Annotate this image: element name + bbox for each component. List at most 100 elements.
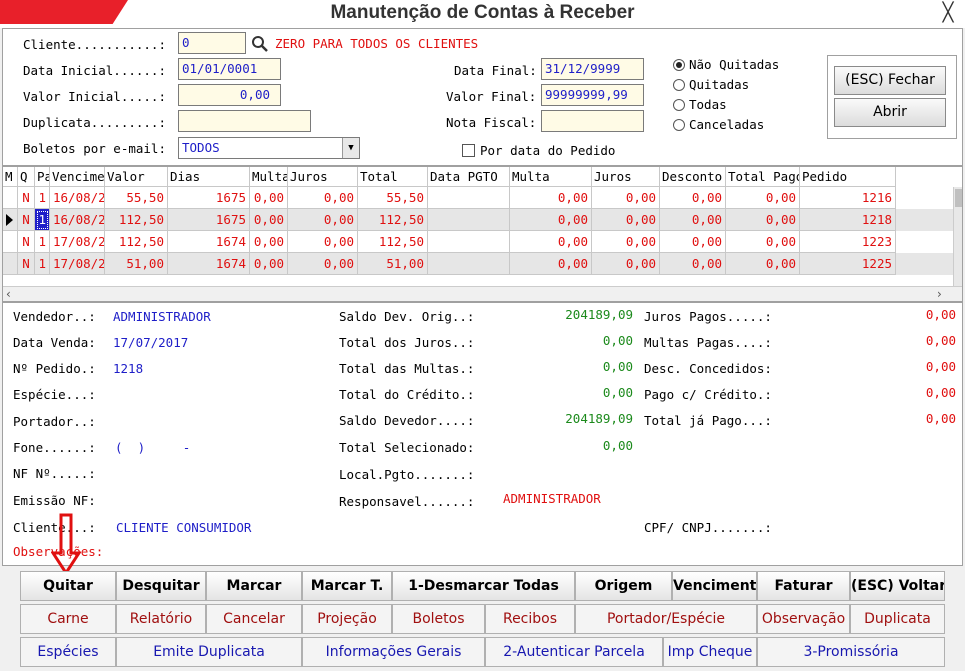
cancelar-button[interactable]: Cancelar bbox=[206, 604, 302, 634]
table-cell[interactable]: 0,00 bbox=[250, 209, 288, 231]
table-cell[interactable]: 1674 bbox=[168, 231, 250, 253]
abrir-button[interactable]: Abrir bbox=[834, 98, 946, 127]
table-cell[interactable]: 1 bbox=[35, 253, 50, 275]
recibos-button[interactable]: Recibos bbox=[485, 604, 575, 634]
table-cell[interactable]: 1675 bbox=[168, 209, 250, 231]
carne-button[interactable]: Carne bbox=[20, 604, 116, 634]
table-row[interactable]: N117/08/201751,0016740,000,0051,000,000,… bbox=[3, 253, 953, 275]
imp-cheque-button[interactable]: Imp Cheque bbox=[663, 637, 757, 667]
table-cell[interactable]: 0,00 bbox=[250, 187, 288, 209]
vencimento-button[interactable]: Vencimento bbox=[672, 571, 757, 601]
emite-duplicata-button[interactable]: Emite Duplicata bbox=[116, 637, 302, 667]
table-cell[interactable]: 0,00 bbox=[250, 253, 288, 275]
table-cell[interactable] bbox=[428, 231, 510, 253]
1-desmarcar-todas-button[interactable]: 1-Desmarcar Todas bbox=[392, 571, 575, 601]
column-header[interactable]: Juros bbox=[288, 167, 358, 187]
table-cell[interactable]: 112,50 bbox=[105, 209, 168, 231]
data-inicial-input[interactable]: 01/01/0001 bbox=[178, 58, 281, 80]
marcar-t-button[interactable]: Marcar T. bbox=[302, 571, 392, 601]
table-cell[interactable]: 55,50 bbox=[105, 187, 168, 209]
table-cell[interactable]: 1 bbox=[35, 209, 50, 231]
cliente-input[interactable]: 0 bbox=[178, 32, 246, 54]
table-cell[interactable]: 0,00 bbox=[510, 231, 592, 253]
radio-todas[interactable] bbox=[673, 99, 685, 111]
table-cell[interactable]: 0,00 bbox=[592, 209, 660, 231]
table-cell[interactable]: 1225 bbox=[800, 253, 896, 275]
projecao-button[interactable]: Projeção bbox=[302, 604, 392, 634]
table-cell[interactable] bbox=[428, 187, 510, 209]
table-cell[interactable]: 55,50 bbox=[358, 187, 428, 209]
informacoes-gerais-button[interactable]: Informações Gerais bbox=[302, 637, 485, 667]
table-cell[interactable] bbox=[3, 187, 18, 209]
table-cell[interactable]: 0,00 bbox=[660, 187, 726, 209]
table-cell[interactable]: N bbox=[18, 209, 35, 231]
column-header[interactable]: Q bbox=[18, 167, 35, 187]
column-header[interactable]: Vencimento bbox=[50, 167, 105, 187]
relatorio-button[interactable]: Relatório bbox=[116, 604, 206, 634]
portador-especie-button[interactable]: Portador/Espécie bbox=[575, 604, 757, 634]
table-cell[interactable]: 112,50 bbox=[105, 231, 168, 253]
column-header[interactable]: Desconto bbox=[660, 167, 726, 187]
chevron-down-icon[interactable]: ▼ bbox=[342, 138, 359, 158]
table-cell[interactable] bbox=[3, 253, 18, 275]
table-row[interactable]: N116/08/201755,5016750,000,0055,500,000,… bbox=[3, 187, 953, 209]
table-cell[interactable]: 16/08/2017 bbox=[50, 209, 105, 231]
radio-canceladas[interactable] bbox=[673, 119, 685, 131]
table-cell[interactable]: 0,00 bbox=[660, 231, 726, 253]
table-cell[interactable] bbox=[3, 231, 18, 253]
table-cell[interactable]: N bbox=[18, 253, 35, 275]
table-cell[interactable]: N bbox=[18, 187, 35, 209]
table-cell[interactable]: 0,00 bbox=[250, 231, 288, 253]
observacao-button[interactable]: Observação bbox=[757, 604, 850, 634]
table-cell[interactable]: 0,00 bbox=[288, 231, 358, 253]
desquitar-button[interactable]: Desquitar bbox=[116, 571, 206, 601]
table-cell[interactable]: 0,00 bbox=[288, 253, 358, 275]
column-header[interactable]: Dias bbox=[168, 167, 250, 187]
table-cell[interactable]: 1 bbox=[35, 231, 50, 253]
table-cell[interactable]: 0,00 bbox=[726, 187, 800, 209]
table-cell[interactable]: 17/08/2017 bbox=[50, 231, 105, 253]
table-cell[interactable]: 1674 bbox=[168, 253, 250, 275]
table-cell[interactable]: 0,00 bbox=[288, 187, 358, 209]
column-header[interactable]: Par bbox=[35, 167, 50, 187]
table-cell[interactable]: 16/08/2017 bbox=[50, 187, 105, 209]
table-cell[interactable]: 0,00 bbox=[288, 209, 358, 231]
origem-button[interactable]: Origem bbox=[575, 571, 672, 601]
table-cell[interactable]: N bbox=[18, 231, 35, 253]
2-autenticar-parcela-button[interactable]: 2-Autenticar Parcela bbox=[485, 637, 663, 667]
table-row[interactable]: N117/08/2017112,5016740,000,00112,500,00… bbox=[3, 231, 953, 253]
horizontal-scrollbar[interactable]: ‹ › bbox=[3, 286, 962, 301]
marcar-button[interactable]: Marcar bbox=[206, 571, 302, 601]
table-cell[interactable]: 51,00 bbox=[358, 253, 428, 275]
valor-final-input[interactable]: 99999999,99 bbox=[541, 84, 644, 106]
table-cell[interactable]: 0,00 bbox=[510, 187, 592, 209]
column-header[interactable]: Total Pago bbox=[726, 167, 800, 187]
scroll-right-icon[interactable]: › bbox=[937, 287, 942, 301]
3-promissoria-button[interactable]: 3-Promissória bbox=[757, 637, 945, 667]
por-data-checkbox[interactable] bbox=[462, 144, 475, 157]
table-cell[interactable]: 0,00 bbox=[660, 253, 726, 275]
table-cell[interactable]: 1216 bbox=[800, 187, 896, 209]
table-cell[interactable]: 1218 bbox=[800, 209, 896, 231]
column-header[interactable]: Valor bbox=[105, 167, 168, 187]
table-cell[interactable]: 51,00 bbox=[105, 253, 168, 275]
vertical-scrollbar[interactable] bbox=[953, 187, 962, 287]
table-cell[interactable]: 0,00 bbox=[726, 209, 800, 231]
table-cell[interactable] bbox=[428, 209, 510, 231]
close-icon[interactable]: ╳ bbox=[935, 2, 961, 26]
table-cell[interactable]: 0,00 bbox=[726, 253, 800, 275]
quitar-button[interactable]: Quitar bbox=[20, 571, 116, 601]
table-cell[interactable]: 17/08/2017 bbox=[50, 253, 105, 275]
faturar-button[interactable]: Faturar bbox=[757, 571, 850, 601]
radio-nao-quitadas[interactable] bbox=[673, 59, 685, 71]
duplicata-button[interactable]: Duplicata bbox=[850, 604, 945, 634]
table-cell[interactable]: 1 bbox=[35, 187, 50, 209]
column-header[interactable]: Data PGTO bbox=[428, 167, 510, 187]
data-final-input[interactable]: 31/12/9999 bbox=[541, 58, 644, 80]
fechar-button[interactable]: (ESC) Fechar bbox=[834, 66, 946, 95]
column-header[interactable]: Juros bbox=[592, 167, 660, 187]
esc-voltar-button[interactable]: (ESC) Voltar bbox=[850, 571, 945, 601]
column-header[interactable]: Pedido bbox=[800, 167, 896, 187]
table-cell[interactable]: 0,00 bbox=[592, 253, 660, 275]
table-cell[interactable]: 1223 bbox=[800, 231, 896, 253]
